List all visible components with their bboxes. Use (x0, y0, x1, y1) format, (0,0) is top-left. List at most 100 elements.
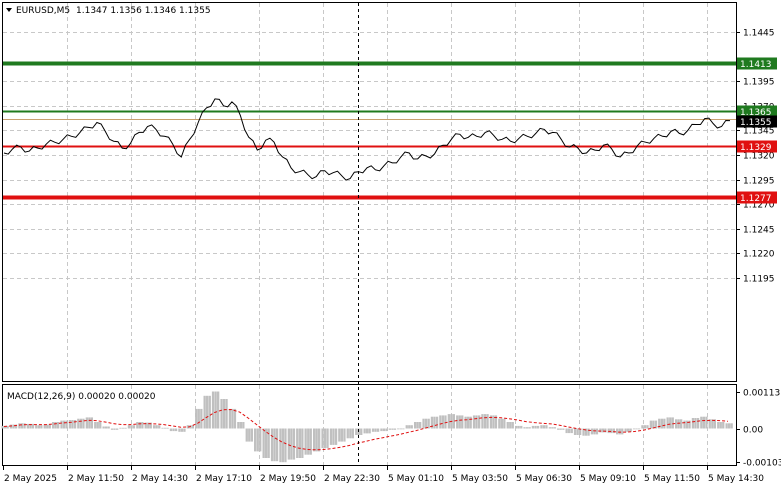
macd-bar (200, 408, 203, 429)
macd-bar (65, 420, 68, 429)
macd-bar (391, 428, 394, 430)
macd-bar (338, 428, 341, 442)
macd-bar (127, 425, 131, 429)
macd-bar (595, 428, 599, 435)
macd-bar (472, 415, 476, 429)
macd-bar (424, 418, 428, 429)
macd-bar (562, 428, 565, 430)
macd-bar (382, 428, 386, 432)
macd-bar (94, 422, 97, 429)
time-tick-label: 5 May 09:10 (580, 474, 636, 484)
macd-bar (677, 419, 680, 429)
price-tick-label: 1.1395 (743, 78, 775, 88)
macd-bar (323, 428, 327, 449)
macd-bar (349, 428, 352, 439)
macd-bar (551, 427, 554, 429)
macd-bar (315, 428, 318, 452)
price-tick-label: 1.1320 (743, 152, 775, 162)
time-tick-label: 2 May 11:50 (68, 474, 124, 484)
macd-bar (536, 425, 540, 429)
macd-bar (685, 420, 689, 429)
macd-bar (23, 423, 26, 429)
macd-bar (231, 408, 234, 429)
time-tick-label: 5 May 01:10 (388, 474, 444, 484)
macd-bar (481, 414, 484, 429)
macd-bar (237, 422, 240, 429)
macd-bar (486, 414, 489, 429)
time-tick-label: 5 May 03:50 (452, 474, 508, 484)
macd-bar (52, 422, 55, 429)
macd-bar (635, 428, 638, 430)
macd-bar (590, 428, 594, 435)
macd-bar (542, 425, 546, 429)
macd-bar (388, 428, 391, 430)
macd-bar (60, 420, 63, 429)
macd-bar (343, 428, 346, 442)
macd-bar (119, 427, 122, 429)
macd-bar (363, 428, 366, 434)
time-tick-label: 5 May 06:30 (516, 474, 572, 484)
macd-bar (419, 422, 422, 429)
macd-bar (121, 427, 125, 429)
macd-bar (380, 428, 383, 432)
macd-bar (469, 416, 472, 429)
macd-bar (414, 422, 417, 429)
macd-bar (40, 425, 43, 429)
macd-bar (531, 425, 535, 429)
macd-bar (20, 423, 24, 429)
ohlc-values: 1.1347 1.1356 1.1346 1.1355 (76, 6, 211, 16)
macd-bar (138, 422, 141, 429)
macd-bar (393, 428, 397, 430)
macd-tick-label: 0.00 (743, 426, 763, 436)
macd-bar (509, 422, 512, 429)
macd-bar (37, 425, 40, 429)
symbol-timeframe[interactable]: EURUSD,M5 (16, 6, 70, 16)
macd-bar (206, 395, 209, 429)
macd-bar (220, 399, 223, 429)
macd-bar (612, 428, 615, 434)
macd-bar (458, 415, 461, 429)
macd-bar (304, 428, 307, 455)
macd-bar (397, 428, 400, 430)
macd-bar (96, 422, 99, 429)
macd-bar (402, 428, 405, 430)
macd-bar (528, 427, 531, 429)
macd-bar (671, 417, 674, 429)
macd-bar (371, 428, 375, 432)
macd-bar (292, 428, 296, 460)
price-tick-label: 1.1195 (743, 275, 775, 285)
time-tick-label: 2 May 17:10 (196, 474, 252, 484)
macd-bar (433, 416, 436, 429)
macd-bar (587, 428, 590, 436)
macd-bar (183, 428, 186, 432)
macd-bar (248, 428, 251, 442)
macd-bar (88, 417, 91, 429)
macd-bar (607, 428, 610, 434)
macd-bar (464, 416, 467, 429)
macd-bar (691, 418, 695, 429)
macd-bar (262, 428, 265, 458)
macd-bar (599, 428, 602, 433)
time-tick-label: 2 May 19:50 (260, 474, 316, 484)
macd-bar (245, 428, 248, 442)
price-tick-label: 1.1245 (743, 226, 775, 236)
macd-bar (573, 428, 577, 435)
macd-bar (498, 418, 501, 429)
macd-axis: 0.00113 0.00 -0.00103 (736, 389, 781, 469)
macd-bar (593, 428, 596, 435)
macd-bar (526, 427, 529, 429)
macd-bar (318, 428, 321, 452)
macd-bar (576, 428, 579, 435)
macd-bar (321, 428, 324, 449)
macd-bar (410, 425, 413, 429)
macd-bar (307, 428, 310, 455)
macd-bar (601, 428, 604, 433)
chart-canvas[interactable]: EURUSD,M5 1.1347 1.1356 1.1346 1.1355 MA… (0, 0, 781, 489)
macd-bar (568, 428, 571, 434)
macd-bar (90, 417, 93, 429)
macd-bar (105, 426, 108, 429)
macd-bar (717, 422, 720, 429)
time-tick-label: 5 May 11:50 (644, 474, 700, 484)
macd-bar (340, 428, 343, 442)
macd-bar (346, 428, 349, 439)
